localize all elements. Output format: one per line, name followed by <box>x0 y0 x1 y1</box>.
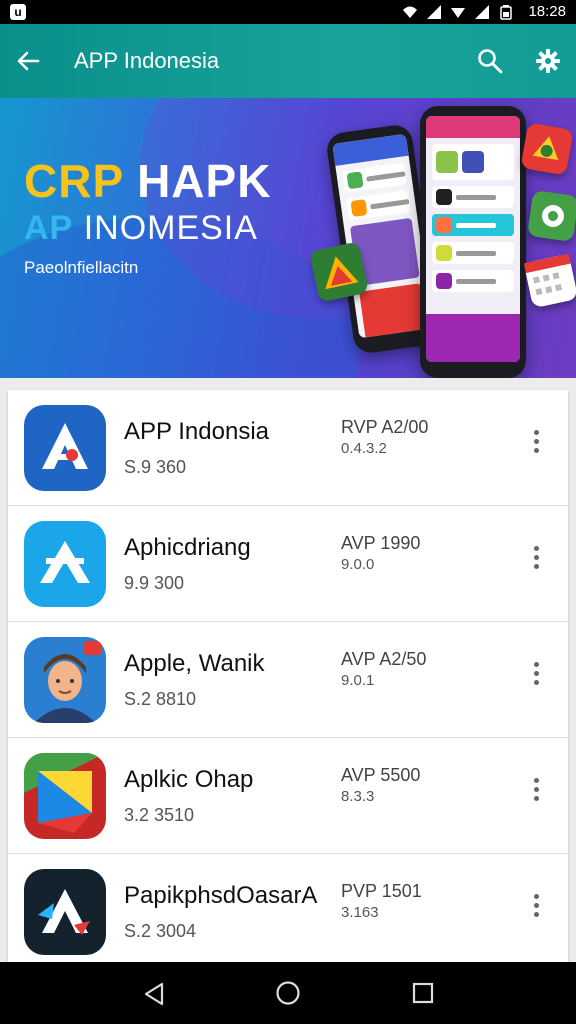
navigation-bar <box>0 962 576 1024</box>
chrome-logo-icon <box>520 122 574 176</box>
app-size: S.2 8810 <box>124 689 197 709</box>
app-name: PapikphsdOasarA <box>124 882 318 909</box>
app-price: AVP 1990 <box>341 533 421 553</box>
list-item[interactable]: APP Indonsia S.9 360 RVP A2/00 0.4.3.2 <box>8 390 568 506</box>
status-icons <box>402 4 514 20</box>
app-size: S.2 3004 <box>124 921 197 941</box>
app-version: 3.163 <box>341 904 379 921</box>
app-size: 9.9 300 <box>124 573 185 593</box>
list-item[interactable]: PapikphsdOasarA S.2 3004 PVP 1501 3.163 <box>8 854 568 962</box>
app-name: APP Indonsia <box>124 418 269 445</box>
more-vert-icon[interactable] <box>528 430 544 456</box>
banner-tagline: Paeolnfiellacitn <box>24 258 139 277</box>
app-version: 8.3.3 <box>341 788 375 805</box>
signal-icon-2 <box>474 4 490 20</box>
page-title: APP Indonesia <box>74 48 220 73</box>
battery-icon <box>498 4 514 20</box>
maps-logo-icon <box>527 190 576 242</box>
app-name: Apple, Wanik <box>124 650 265 677</box>
banner-subtitle-rest: INOMESIA <box>83 209 258 247</box>
app-price: AVP 5500 <box>341 765 421 785</box>
more-vert-icon[interactable] <box>528 662 544 688</box>
status-time: 18:28 <box>528 3 566 20</box>
banner-headline-rest: HAPK <box>123 155 272 207</box>
notification-app-icon: u <box>10 4 26 20</box>
nav-home-icon[interactable] <box>275 980 301 1006</box>
banner-subtitle: AP INOMESIA <box>24 208 258 248</box>
play-logo-icon <box>24 753 106 839</box>
app-size: S.9 360 <box>124 457 187 477</box>
list-item[interactable]: Apple, Wanik S.2 8810 AVP A2/50 9.0.1 <box>8 622 568 738</box>
a-logo-lightblue-icon <box>24 521 106 607</box>
app-list: APP Indonsia S.9 360 RVP A2/00 0.4.3.2 A… <box>8 390 568 962</box>
search-icon[interactable] <box>476 47 504 75</box>
app-price: RVP A2/00 <box>341 417 429 437</box>
signal-icon <box>426 4 442 20</box>
app-bar: APP Indonesia <box>0 24 576 98</box>
app-name: Aphicdriang <box>124 534 251 561</box>
list-item[interactable]: Aplkic Ohap 3.2 3510 AVP 5500 8.3.3 <box>8 738 568 854</box>
avatar-man-icon <box>24 637 106 723</box>
banner-headline: CRP HAPK <box>24 156 271 206</box>
app-version: 0.4.3.2 <box>341 440 387 457</box>
app-name: Aplkic Ohap <box>124 766 254 793</box>
game-logo-icon <box>309 241 369 303</box>
app-version: 9.0.1 <box>341 672 375 689</box>
list-item[interactable]: Aphicdriang 9.9 300 AVP 1990 9.0.0 <box>8 506 568 622</box>
more-vert-icon[interactable] <box>528 778 544 804</box>
gear-icon[interactable] <box>534 47 562 75</box>
more-vert-icon[interactable] <box>528 894 544 920</box>
banner-subtitle-accent: AP <box>24 209 74 247</box>
a-logo-blue-icon <box>24 405 106 491</box>
nav-recent-apps-icon[interactable] <box>412 982 434 1004</box>
a-logo-dark-icon <box>24 869 106 955</box>
promo-banner[interactable]: CRP HAPK AP INOMESIA Paeolnfiellacitn <box>0 98 576 378</box>
banner-headline-accent: CRP <box>24 155 124 207</box>
app-price: PVP 1501 <box>341 881 422 901</box>
wifi-icon <box>402 4 418 20</box>
nav-back-icon[interactable] <box>140 980 168 1008</box>
wifi-icon-2 <box>450 4 466 20</box>
phone-illustration-front <box>420 106 526 378</box>
back-arrow-icon[interactable] <box>14 47 42 75</box>
calendar-grid-icon <box>523 253 576 309</box>
app-price: AVP A2/50 <box>341 649 427 669</box>
app-version: 9.0.0 <box>341 556 375 573</box>
status-bar: u 18:28 <box>0 0 576 24</box>
app-size: 3.2 3510 <box>124 805 195 825</box>
more-vert-icon[interactable] <box>528 546 544 572</box>
